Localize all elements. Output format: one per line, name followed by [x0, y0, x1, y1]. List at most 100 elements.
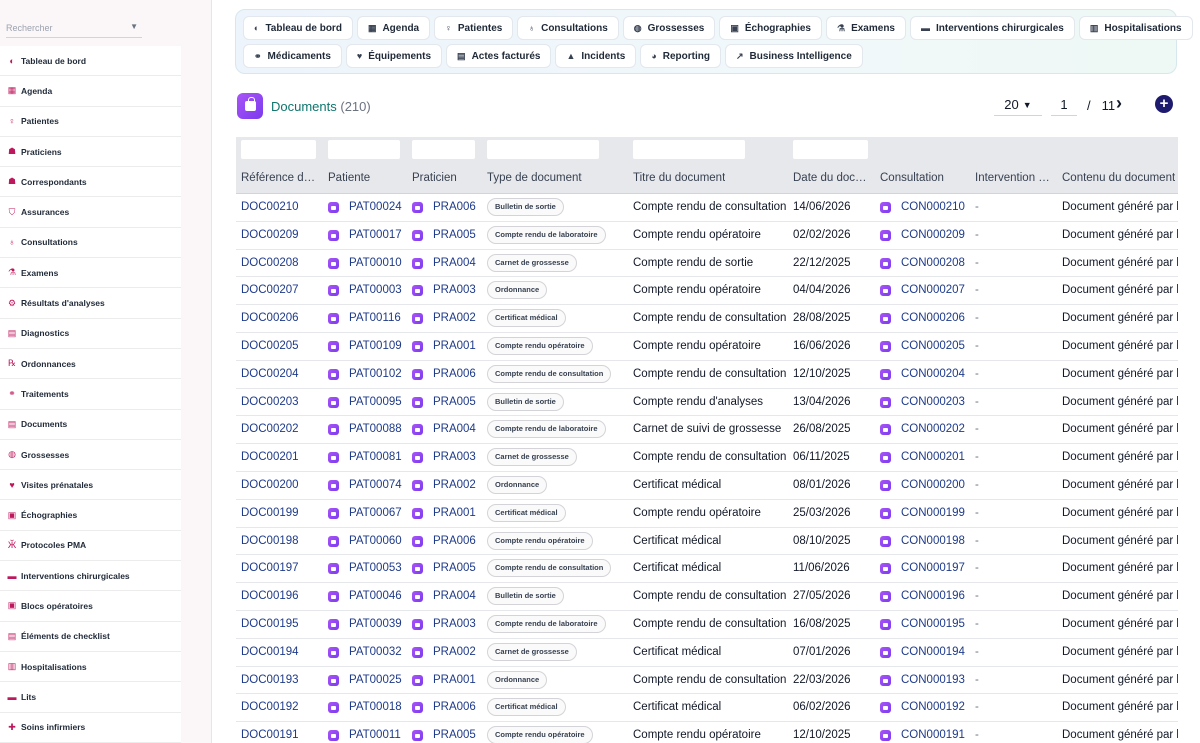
menu-business-intelligence-button[interactable]: ↗ Business Intelligence	[724, 44, 863, 68]
add-document-button[interactable]: +	[1155, 95, 1173, 113]
sidebar-item-agenda[interactable]: ▦ Agenda	[0, 76, 181, 107]
praticien-link[interactable]: PRA002	[433, 312, 476, 324]
filter-reference-input[interactable]	[241, 140, 316, 159]
column-header[interactable]: Consultation	[880, 172, 944, 184]
consultation-link[interactable]: CON000210	[901, 201, 965, 213]
menu-echographies-button[interactable]: ▣ Échographies	[719, 16, 822, 40]
column-header[interactable]: Titre du document	[633, 172, 725, 184]
sidebar-item-grossesses[interactable]: ◍ Grossesses	[0, 440, 181, 471]
sidebar-item-traitements[interactable]: ⚭ Traitements	[0, 379, 181, 410]
document-reference-link[interactable]: DOC00196	[241, 590, 299, 602]
sidebar-item-consultations[interactable]: ♁ Consultations	[0, 228, 181, 259]
table-row[interactable]: DOC00194 PAT00032 PRA002 Carnet de grossess…	[236, 639, 1178, 667]
document-reference-link[interactable]: DOC00197	[241, 562, 299, 574]
menu-tableau-de-bord-button[interactable]: ◐ Tableau de bord	[243, 16, 353, 40]
menu-reporting-button[interactable]: ◕ Reporting	[640, 44, 721, 68]
menu-interventions-chirurgicales-button[interactable]: ▬ Interventions chirurgicales	[910, 16, 1075, 40]
table-row[interactable]: DOC00200 PAT00074 PRA002 Ordonnance Certific…	[236, 472, 1178, 500]
filter-date-input[interactable]	[793, 140, 868, 159]
praticien-link[interactable]: PRA004	[433, 423, 476, 435]
document-reference-link[interactable]: DOC00207	[241, 284, 299, 296]
consultation-link[interactable]: CON000208	[901, 257, 965, 269]
column-header[interactable]: Intervention …	[975, 172, 1050, 184]
document-reference-link[interactable]: DOC00205	[241, 340, 299, 352]
table-row[interactable]: DOC00195 PAT00039 PRA003 Compte rendu de la…	[236, 611, 1178, 639]
consultation-link[interactable]: CON000202	[901, 423, 965, 435]
sidebar-item-diagnostics[interactable]: ▤ Diagnostics	[0, 319, 181, 349]
consultation-link[interactable]: CON000206	[901, 312, 965, 324]
patient-link[interactable]: PAT00024	[349, 201, 402, 213]
table-row[interactable]: DOC00198 PAT00060 PRA006 Compte rendu opéra…	[236, 528, 1178, 556]
praticien-link[interactable]: PRA004	[433, 257, 476, 269]
sidebar-item-resultats-d-analyses[interactable]: ⚙ Résultats d'analyses	[0, 288, 181, 319]
sidebar-item-lits[interactable]: ▬ Lits	[0, 682, 181, 713]
menu-grossesses-button[interactable]: ◍ Grossesses	[622, 16, 716, 40]
table-row[interactable]: DOC00192 PAT00018 PRA006 Certificat médical…	[236, 694, 1178, 723]
patient-link[interactable]: PAT00074	[349, 479, 402, 491]
consultation-link[interactable]: CON000196	[901, 590, 965, 602]
sidebar-item-protocoles-pma[interactable]: Ӂ Protocoles PMA	[0, 531, 181, 562]
consultation-link[interactable]: CON000195	[901, 618, 965, 630]
sidebar-item-documents[interactable]: ▤ Documents	[0, 410, 181, 440]
patient-link[interactable]: PAT00018	[349, 701, 402, 713]
sidebar-item-interventions-chirurgicales[interactable]: ▬ Interventions chirurgicales	[0, 561, 181, 592]
filter-type-input[interactable]	[487, 140, 599, 159]
praticien-link[interactable]: PRA001	[433, 507, 476, 519]
column-header[interactable]: Praticien	[412, 172, 457, 184]
column-header[interactable]: Date du doc…	[793, 172, 867, 184]
patient-link[interactable]: PAT00088	[349, 423, 402, 435]
sidebar-item-examens[interactable]: ⚗ Examens	[0, 258, 181, 289]
patient-link[interactable]: PAT00060	[349, 535, 402, 547]
consultation-link[interactable]: CON000198	[901, 535, 965, 547]
sidebar-item-correspondants[interactable]: ☗ Correspondants	[0, 167, 181, 198]
consultation-link[interactable]: CON000207	[901, 284, 965, 296]
patient-link[interactable]: PAT00046	[349, 590, 402, 602]
praticien-link[interactable]: PRA004	[433, 590, 476, 602]
consultation-link[interactable]: CON000199	[901, 507, 965, 519]
consultation-link[interactable]: CON000194	[901, 646, 965, 658]
column-header[interactable]: Type de document	[487, 172, 582, 184]
document-reference-link[interactable]: DOC00200	[241, 479, 299, 491]
menu-examens-button[interactable]: ⚗ Examens	[826, 16, 906, 40]
menu-actes-factures-button[interactable]: ▤ Actes facturés	[446, 44, 552, 68]
praticien-link[interactable]: PRA001	[433, 340, 476, 352]
page-number-input[interactable]: 1	[1051, 94, 1077, 116]
praticien-link[interactable]: PRA003	[433, 284, 476, 296]
filter-patient-input[interactable]	[328, 140, 400, 159]
patient-link[interactable]: PAT00011	[349, 729, 401, 741]
filter-praticien-input[interactable]	[412, 140, 475, 159]
search-box[interactable]: ▼	[6, 18, 142, 38]
table-row[interactable]: DOC00203 PAT00095 PRA005 Bulletin de sortie…	[236, 389, 1178, 417]
chevron-down-icon[interactable]: ▼	[130, 22, 138, 31]
menu-incidents-button[interactable]: ▲ Incidents	[555, 44, 637, 68]
table-row[interactable]: DOC00204 PAT00102 PRA006 Compte rendu de co…	[236, 361, 1178, 389]
praticien-link[interactable]: PRA005	[433, 229, 476, 241]
table-row[interactable]: DOC00207 PAT00003 PRA003 Ordonnance Compte r…	[236, 277, 1178, 306]
praticien-link[interactable]: PRA006	[433, 201, 476, 213]
table-row[interactable]: DOC00206 PAT00116 PRA002 Certificat médical…	[236, 305, 1178, 333]
table-row[interactable]: DOC00196 PAT00046 PRA004 Bulletin de sortie…	[236, 583, 1178, 611]
patient-link[interactable]: PAT00010	[349, 257, 402, 269]
patient-link[interactable]: PAT00053	[349, 562, 402, 574]
table-row[interactable]: DOC00209 PAT00017 PRA005 Compte rendu de la…	[236, 222, 1178, 250]
consultation-link[interactable]: CON000197	[901, 562, 965, 574]
menu-consultations-button[interactable]: ♁ Consultations	[517, 16, 619, 40]
document-reference-link[interactable]: DOC00193	[241, 674, 299, 686]
patient-link[interactable]: PAT00081	[349, 451, 402, 463]
document-reference-link[interactable]: DOC00191	[241, 729, 299, 741]
column-header[interactable]: Référence d…	[241, 172, 315, 184]
document-reference-link[interactable]: DOC00210	[241, 201, 299, 213]
praticien-link[interactable]: PRA002	[433, 479, 476, 491]
praticien-link[interactable]: PRA001	[433, 674, 476, 686]
document-reference-link[interactable]: DOC00195	[241, 618, 299, 630]
consultation-link[interactable]: CON000200	[901, 479, 965, 491]
table-row[interactable]: DOC00201 PAT00081 PRA003 Carnet de grossess…	[236, 444, 1178, 472]
consultation-link[interactable]: CON000205	[901, 340, 965, 352]
document-reference-link[interactable]: DOC00192	[241, 701, 299, 713]
column-header[interactable]: Patiente	[328, 172, 370, 184]
sidebar-item-hospitalisations[interactable]: ▥ Hospitalisations	[0, 652, 181, 683]
sidebar-item-tableau-de-bord[interactable]: ◐ Tableau de bord	[0, 46, 181, 77]
consultation-link[interactable]: CON000201	[901, 451, 965, 463]
document-reference-link[interactable]: DOC00201	[241, 451, 299, 463]
consultation-link[interactable]: CON000191	[901, 729, 965, 741]
